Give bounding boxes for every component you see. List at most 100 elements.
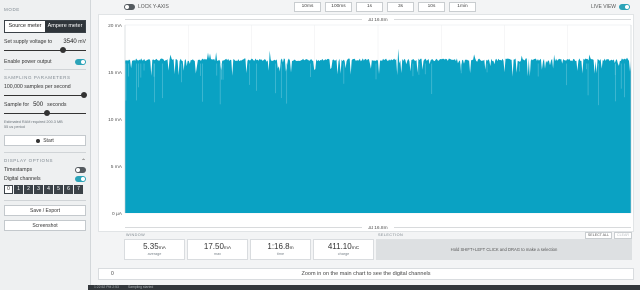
stat-average: 5.35mA average [124,239,185,260]
sample-for-unit: seconds [47,102,67,108]
main-chart[interactable]: 20 mA 15 mA 10 mA 5 mA 0 µA Δt 16.8m Δt 16.8m [98,14,634,232]
stat-label: time [276,252,285,256]
start-button-label: Start [43,137,54,144]
stat-unit: mA [223,246,232,251]
selection-label: SELECTION [378,233,404,237]
sample-for-slider[interactable] [4,110,86,116]
timestamps-toggle[interactable] [75,167,86,173]
bottom-time-label: Δt 16.8m [368,225,387,231]
source-meter-button[interactable]: Source meter [5,21,45,32]
status-left: 1:22:52 PM 2:53 [94,285,119,289]
chart-toolbar: LOCK Y-AXIS 10ms 100ms 1s 3s 10s 1min LIVE VI… [98,2,634,14]
mode-toggle: Source meter Ampere meter [4,20,86,33]
y-tick-label: 5 mA [111,164,123,170]
stat-label: max [213,252,222,256]
zoom-1s-button[interactable]: 1s [356,2,383,12]
lock-y-axis[interactable]: LOCK Y-AXIS [124,4,169,10]
y-tick-label: 0 µA [112,211,123,217]
chevron-up-icon[interactable]: ⌃ [81,158,86,165]
y-tick-label: 15 mA [108,70,123,76]
stat-boxes: 5.35mA average 17.50mA max 1:16.8m time 411.10… [124,239,374,260]
stat-unit: mC [351,246,360,251]
stat-label: charge [337,252,350,256]
sample-for-row: Sample for 500 seconds [4,102,86,108]
save-export-button[interactable]: Save / Export [4,205,86,216]
y-tick-label: 20 mA [108,23,123,29]
lock-y-axis-toggle[interactable] [124,4,135,10]
stat-unit: mA [158,246,166,251]
select-all-button[interactable]: SELECT ALL [584,232,613,239]
start-button[interactable]: Start [4,135,86,146]
channel-button-2[interactable]: 2 [24,185,33,194]
supply-voltage-row: Set supply voltage to 3540 mV [4,39,86,45]
screenshot-label: Screenshot [32,222,58,229]
lock-y-axis-label: LOCK Y-AXIS [138,4,169,10]
channel-button-3[interactable]: 3 [34,185,43,194]
selection-hint: Hold SHIFT+LEFT CLICK and DRAG to make a… [376,239,632,260]
stat-value: 1:16.8 [267,242,290,251]
save-export-label: Save / Export [29,207,60,214]
digital-message: Zoom in on the main chart to see the dig… [301,271,431,277]
current-area-series [125,48,631,214]
display-options-header[interactable]: DISPLAY OPTIONS ⌃ [4,157,86,165]
live-view-toggle[interactable] [619,4,630,10]
channel-button-5[interactable]: 5 [54,185,63,194]
zoom-3s-button[interactable]: 3s [387,2,414,12]
channel-button-0[interactable]: 0 [4,185,13,194]
timestamps-row: Timestamps [4,167,86,173]
stat-value: 5.35 [143,242,159,251]
channel-selector: 01234567 [4,185,86,194]
samples-label: 100,000 samples per second [4,84,71,90]
display-section-title: DISPLAY OPTIONS [4,158,54,163]
stat-time: 1:16.8m time [250,239,311,260]
zoom-1min-button[interactable]: 1min [449,2,476,12]
samples-slider[interactable] [4,92,88,98]
top-time-label: Δt 16.8m [368,17,387,23]
zoom-buttons: 10ms 100ms 1s 3s 10s 1min [294,2,476,12]
status-right: Sampling started [127,285,154,289]
clear-selection-button[interactable]: CLEAR [614,232,632,239]
zoom-100ms-button[interactable]: 100ms [325,2,352,12]
slider-knob[interactable] [60,47,67,53]
stat-value: 411.10 [327,242,352,251]
supply-voltage-slider[interactable] [4,47,86,53]
stat-label: average [147,252,162,256]
timestamps-label: Timestamps [4,167,33,173]
supply-voltage-unit: mV [78,39,86,45]
window-label: WINDOW [126,233,146,237]
digital-channels-bar: 0 Zoom in on the main chart to see the d… [98,268,634,280]
zoom-10ms-button[interactable]: 10ms [294,2,321,12]
slider-track [4,49,86,51]
slider-track [4,94,86,96]
supply-voltage-input[interactable]: 3540 [63,39,76,45]
live-view-label: LIVE VIEW [590,4,616,10]
screenshot-button[interactable]: Screenshot [4,220,86,231]
supply-voltage-label: Set supply voltage to [4,39,53,45]
record-icon [36,138,41,143]
enable-power-toggle[interactable] [75,59,86,65]
current-chart-svg[interactable]: 20 mA 15 mA 10 mA 5 mA 0 µA Δt 16.8m Δt 16.8m [99,15,635,233]
stat-unit: m [289,246,294,251]
digital-channels-toggle[interactable] [75,176,86,182]
digital-channels-row: Digital channels [4,176,86,182]
channel-button-6[interactable]: 6 [64,185,73,194]
zoom-10s-button[interactable]: 10s [418,2,445,12]
enable-power-label: Enable power output [4,59,52,65]
ampere-meter-button[interactable]: Ampere meter [45,21,85,32]
live-view[interactable]: LIVE VIEW [591,4,630,10]
y-tick-label: 10 mA [108,117,123,123]
sampling-section-title: SAMPLING PARAMETERS [4,75,71,80]
sample-for-label: Sample for [4,102,30,108]
channel-button-7[interactable]: 7 [74,185,83,194]
slider-knob[interactable] [81,92,88,98]
selection-panel: SELECTION SELECT ALL CLEAR Hold SHIFT+LE… [376,232,632,261]
mode-section-title: MODE [4,7,20,12]
stat-charge: 411.10mC charge [313,239,374,260]
sample-for-input[interactable]: 500 [33,102,43,108]
slider-knob[interactable] [43,110,50,116]
digital-channels-label: Digital channels [4,176,41,182]
channel-button-1[interactable]: 1 [14,185,23,194]
channel-button-4[interactable]: 4 [44,185,53,194]
stat-max: 17.50mA max [187,239,248,260]
status-bar: 1:22:52 PM 2:53 Sampling started [88,285,640,290]
